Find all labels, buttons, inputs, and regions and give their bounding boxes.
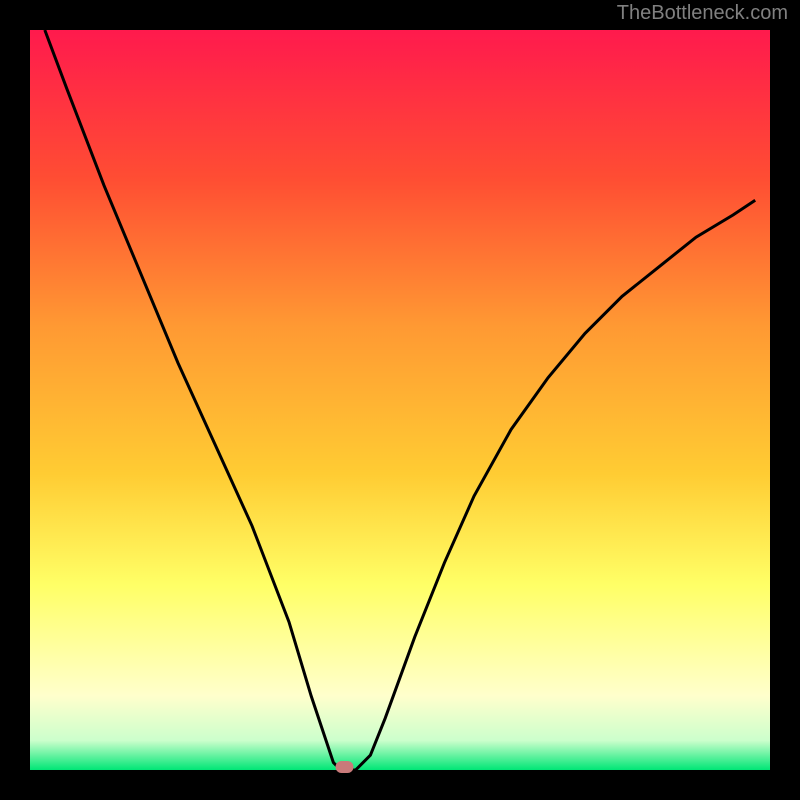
watermark-text: TheBottleneck.com xyxy=(617,2,788,25)
chart-background xyxy=(30,30,770,770)
bottleneck-chart xyxy=(0,0,800,800)
optimal-marker xyxy=(336,761,354,773)
chart-container: TheBottleneck.com xyxy=(0,0,800,800)
